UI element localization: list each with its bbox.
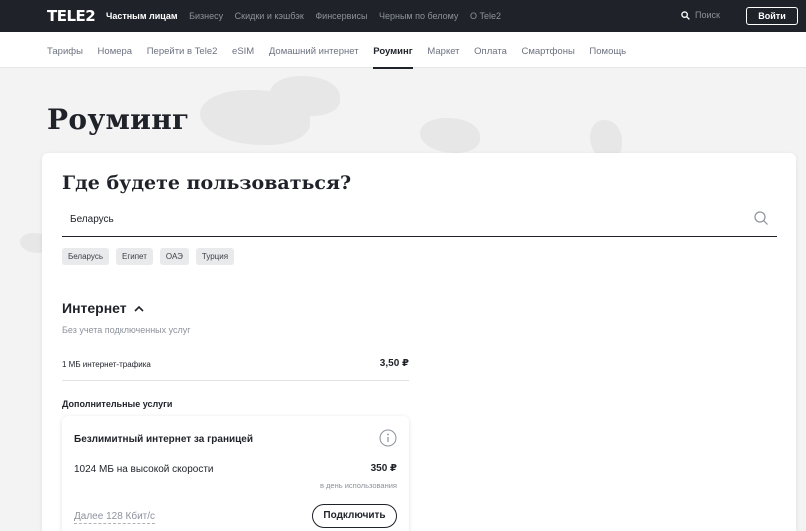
top-nav: Частным лицам Бизнесу Скидки и кэшбэк Фи… <box>106 11 510 21</box>
section-nav-item-tariffs[interactable]: Тарифы <box>47 46 83 57</box>
tele2-logo[interactable]: TELE2 <box>47 7 96 25</box>
country-chip-belarus[interactable]: Беларусь <box>62 248 109 265</box>
search-icon[interactable] <box>753 210 769 226</box>
service-after-limit: Далее 128 Кбит/с <box>74 511 156 524</box>
search-icon <box>681 10 690 20</box>
section-nav-item-roaming[interactable]: Роуминг <box>373 46 413 57</box>
country-search-input[interactable]: Беларусь <box>62 203 777 237</box>
top-header: TELE2 Частным лицам Бизнесу Скидки и кэш… <box>0 0 806 32</box>
country-chip-uae[interactable]: ОАЭ <box>159 248 189 265</box>
top-nav-item-discounts[interactable]: Скидки и кэшбэк <box>235 11 304 21</box>
service-card: Безлимитный интернет за границей 1024 МБ… <box>62 416 409 531</box>
login-button[interactable]: Войти <box>746 7 798 25</box>
popular-countries: Беларусь Египет ОАЭ Турция <box>62 248 235 265</box>
section-nav-item-help[interactable]: Помощь <box>589 46 626 57</box>
connect-button[interactable]: Подключить <box>312 504 397 528</box>
chevron-up-icon <box>134 305 144 312</box>
internet-price-value: 3,50 ₽ <box>379 358 409 369</box>
top-nav-item-black-on-white[interactable]: Черным по белому <box>379 11 458 21</box>
service-speed: 1024 МБ на высокой скорости <box>74 464 214 475</box>
roaming-card: Где будете пользоваться? Беларусь Белару… <box>42 153 796 531</box>
section-nav-item-home-internet[interactable]: Домашний интернет <box>269 46 359 57</box>
section-nav-item-esim[interactable]: eSIM <box>232 46 254 57</box>
page-title: Роуминг <box>47 103 190 136</box>
section-nav-item-payment[interactable]: Оплата <box>474 46 507 57</box>
top-nav-item-finservices[interactable]: Финсервисы <box>315 11 367 21</box>
section-nav-item-switch[interactable]: Перейти в Tele2 <box>147 46 218 57</box>
section-nav-item-market[interactable]: Маркет <box>427 46 459 57</box>
section-nav-item-smartphones[interactable]: Смартфоны <box>522 46 575 57</box>
internet-price-row: 1 МБ интернет-трафика 3,50 ₽ <box>62 357 409 381</box>
country-chip-turkey[interactable]: Турция <box>195 248 235 265</box>
country-chip-egypt[interactable]: Египет <box>116 248 153 265</box>
service-name: Безлимитный интернет за границей <box>74 434 253 445</box>
header-search[interactable]: Поиск <box>681 10 720 20</box>
header-search-label: Поиск <box>695 10 720 20</box>
internet-price-label: 1 МБ интернет-трафика <box>62 360 151 369</box>
internet-section-toggle[interactable]: Интернет <box>62 300 144 316</box>
top-nav-item-business[interactable]: Бизнесу <box>189 11 223 21</box>
section-nav: Тарифы Номера Перейти в Tele2 eSIM Домаш… <box>0 32 806 68</box>
info-icon[interactable] <box>379 429 397 447</box>
section-nav-item-numbers[interactable]: Номера <box>98 46 133 57</box>
country-input-value: Беларусь <box>70 214 114 225</box>
top-nav-item-about[interactable]: О Tele2 <box>470 11 501 21</box>
internet-section-title: Интернет <box>62 300 127 316</box>
service-price: 350 ₽ <box>370 463 397 474</box>
top-nav-item-private[interactable]: Частным лицам <box>106 11 178 21</box>
internet-section-note: Без учета подключенных услуг <box>62 325 191 335</box>
extra-services-title: Дополнительные услуги <box>62 399 173 409</box>
country-question: Где будете пользоваться? <box>62 172 352 194</box>
service-price-period: в день использования <box>319 481 397 490</box>
